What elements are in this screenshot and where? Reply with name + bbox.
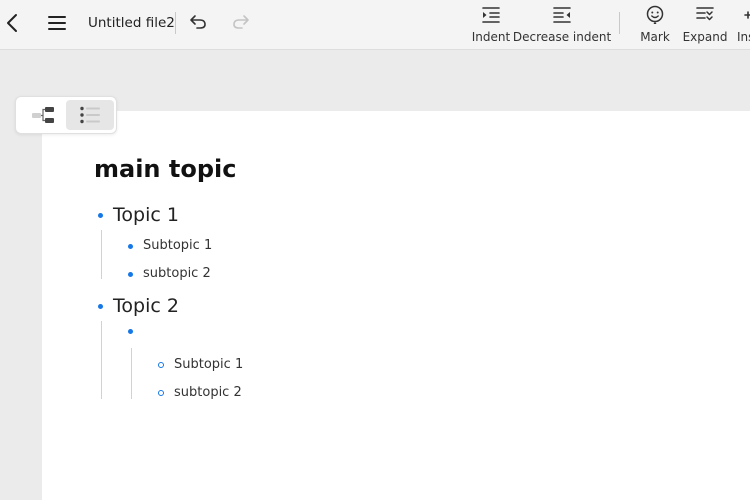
file-title[interactable]: Untitled file2: [88, 14, 175, 32]
subtopic-label: subtopic 2: [143, 266, 211, 281]
menu-button[interactable]: [44, 10, 70, 36]
outline-document: main topic Topic 1 Subtopic 1 subtopic 2…: [42, 111, 750, 500]
hollow-bullet-icon[interactable]: [158, 390, 164, 396]
topic-1-subtopic-2[interactable]: subtopic 2: [128, 265, 211, 283]
topic-label: Topic 2: [113, 295, 179, 317]
expand-button[interactable]: Expand: [683, 4, 727, 46]
topic-label: Topic 1: [113, 204, 179, 226]
insert-icon: [744, 11, 750, 19]
undo-icon: [190, 15, 206, 29]
back-button[interactable]: [0, 10, 26, 36]
expand-label: Expand: [682, 30, 728, 44]
indent-button[interactable]: Indent: [472, 4, 510, 46]
insert-button[interactable]: Ins: [737, 4, 750, 46]
subtopic-label: subtopic 2: [174, 385, 242, 400]
topic-2[interactable]: Topic 2: [98, 294, 179, 318]
indent-label: Indent: [471, 30, 511, 44]
insert-label: Ins: [737, 30, 750, 44]
hamburger-menu-icon: [48, 16, 66, 30]
topic-2-nested-subtopic-1[interactable]: Subtopic 1: [158, 356, 243, 374]
decrease-indent-label: Decrease indent: [512, 30, 612, 44]
top-toolbar: Untitled file2 Indent Decrease indent Ma…: [0, 0, 750, 50]
subtopic-label: Subtopic 1: [174, 357, 244, 372]
toolbar-divider: [619, 12, 620, 34]
outline-view-button[interactable]: [66, 100, 114, 130]
outdent-icon: [553, 7, 571, 23]
indent-guide: [101, 230, 102, 279]
redo-button[interactable]: [229, 10, 253, 34]
toolbar-divider: [175, 12, 176, 34]
mind-map-view-button[interactable]: [19, 100, 67, 130]
main-topic-title[interactable]: main topic: [94, 152, 236, 186]
topic-2-empty-subtopic[interactable]: [128, 329, 143, 334]
hollow-bullet-icon[interactable]: [158, 362, 164, 368]
subtopic-label: Subtopic 1: [143, 238, 213, 253]
indent-guide: [101, 321, 102, 399]
bullet-icon[interactable]: [128, 329, 133, 334]
bullet-icon[interactable]: [98, 303, 103, 309]
topic-2-nested-subtopic-2[interactable]: subtopic 2: [158, 384, 242, 402]
undo-button[interactable]: [186, 10, 210, 34]
decrease-indent-button[interactable]: Decrease indent: [513, 4, 611, 46]
view-mode-switcher: [15, 96, 117, 134]
smiley-mark-icon: [646, 5, 664, 24]
outline-view-icon: [80, 106, 100, 124]
topic-1[interactable]: Topic 1: [98, 203, 179, 227]
mark-label: Mark: [640, 30, 670, 44]
indent-icon: [482, 7, 500, 23]
expand-icon: [696, 7, 714, 21]
bullet-icon[interactable]: [128, 271, 133, 277]
chevron-left-icon: [7, 14, 17, 32]
mind-map-view-icon: [32, 107, 54, 123]
mark-button[interactable]: Mark: [638, 4, 672, 46]
redo-icon: [233, 15, 249, 29]
indent-guide: [131, 348, 132, 399]
bullet-icon[interactable]: [98, 212, 103, 218]
bullet-icon[interactable]: [128, 243, 133, 249]
topic-1-subtopic-1[interactable]: Subtopic 1: [128, 237, 212, 255]
